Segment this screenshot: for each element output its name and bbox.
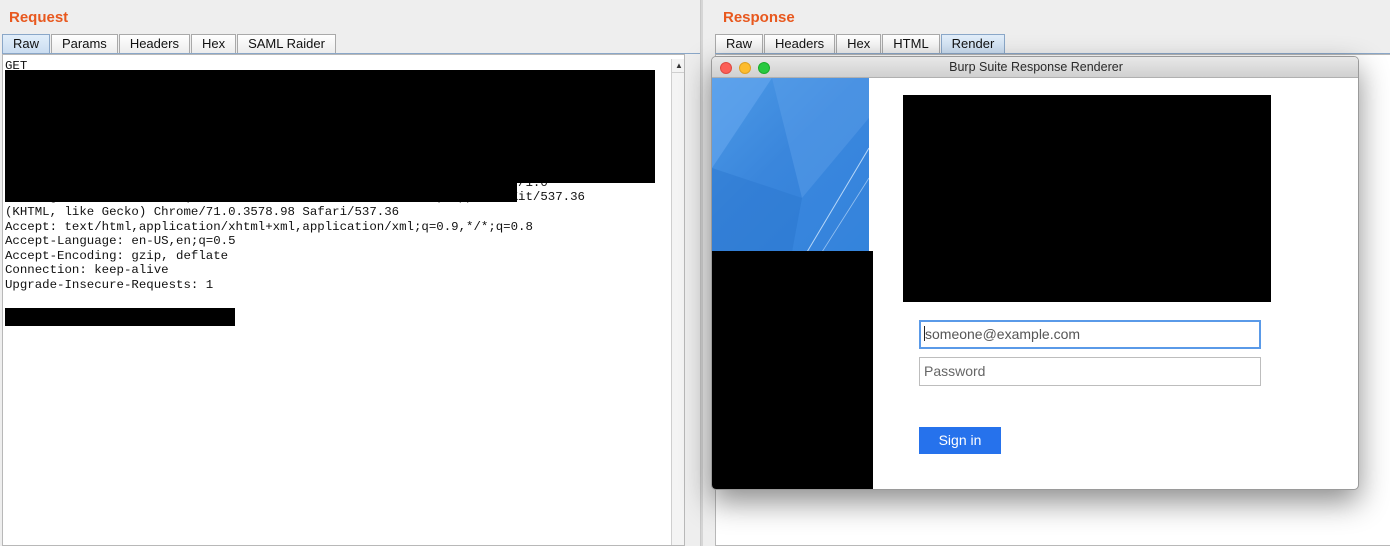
window-titlebar[interactable]: Burp Suite Response Renderer — [712, 57, 1358, 78]
tab-params[interactable]: Params — [51, 34, 118, 54]
tab-headers[interactable]: Headers — [118, 34, 190, 54]
raw-request-editor[interactable]: GET HTTP/1.0 User-Agent: Mozilla/5.0 (Ma… — [2, 54, 685, 546]
email-placeholder: someone@example.com — [925, 326, 1081, 342]
tab-hex[interactable]: Hex — [190, 34, 237, 54]
response-tabs: Raw Headers Hex HTML Render — [715, 34, 1006, 54]
password-field[interactable]: Password — [919, 357, 1261, 386]
response-renderer-window: Burp Suite Response Renderer someone@exa… — [711, 56, 1359, 490]
email-field[interactable]: someone@example.com — [919, 320, 1261, 349]
hero-pattern — [712, 78, 869, 252]
redaction-block — [712, 251, 873, 489]
redaction-block — [5, 70, 655, 183]
request-pane: Request Raw Params Headers Hex SAML Raid… — [0, 0, 700, 546]
tab-hex[interactable]: Hex — [836, 34, 882, 54]
response-title: Response — [723, 9, 795, 26]
tab-raw[interactable]: Raw — [715, 34, 764, 54]
tab-saml-raider[interactable]: SAML Raider — [237, 34, 336, 54]
sign-in-button[interactable]: Sign in — [919, 427, 1001, 454]
redaction-block — [903, 95, 1271, 302]
redaction-block — [5, 308, 235, 326]
tab-headers[interactable]: Headers — [764, 34, 836, 54]
request-tabs: Raw Params Headers Hex SAML Raider — [2, 34, 337, 54]
scroll-up-arrow-icon[interactable]: ▲ — [672, 59, 684, 73]
vertical-scrollbar[interactable]: ▲ — [671, 59, 684, 545]
request-title: Request — [9, 9, 69, 26]
password-placeholder: Password — [924, 363, 986, 379]
tab-render[interactable]: Render — [940, 34, 1006, 54]
redaction-block — [5, 182, 517, 202]
tab-html[interactable]: HTML — [882, 34, 940, 54]
window-title: Burp Suite Response Renderer — [949, 60, 1123, 74]
hero-image — [712, 78, 869, 252]
tab-raw[interactable]: Raw — [2, 34, 51, 54]
